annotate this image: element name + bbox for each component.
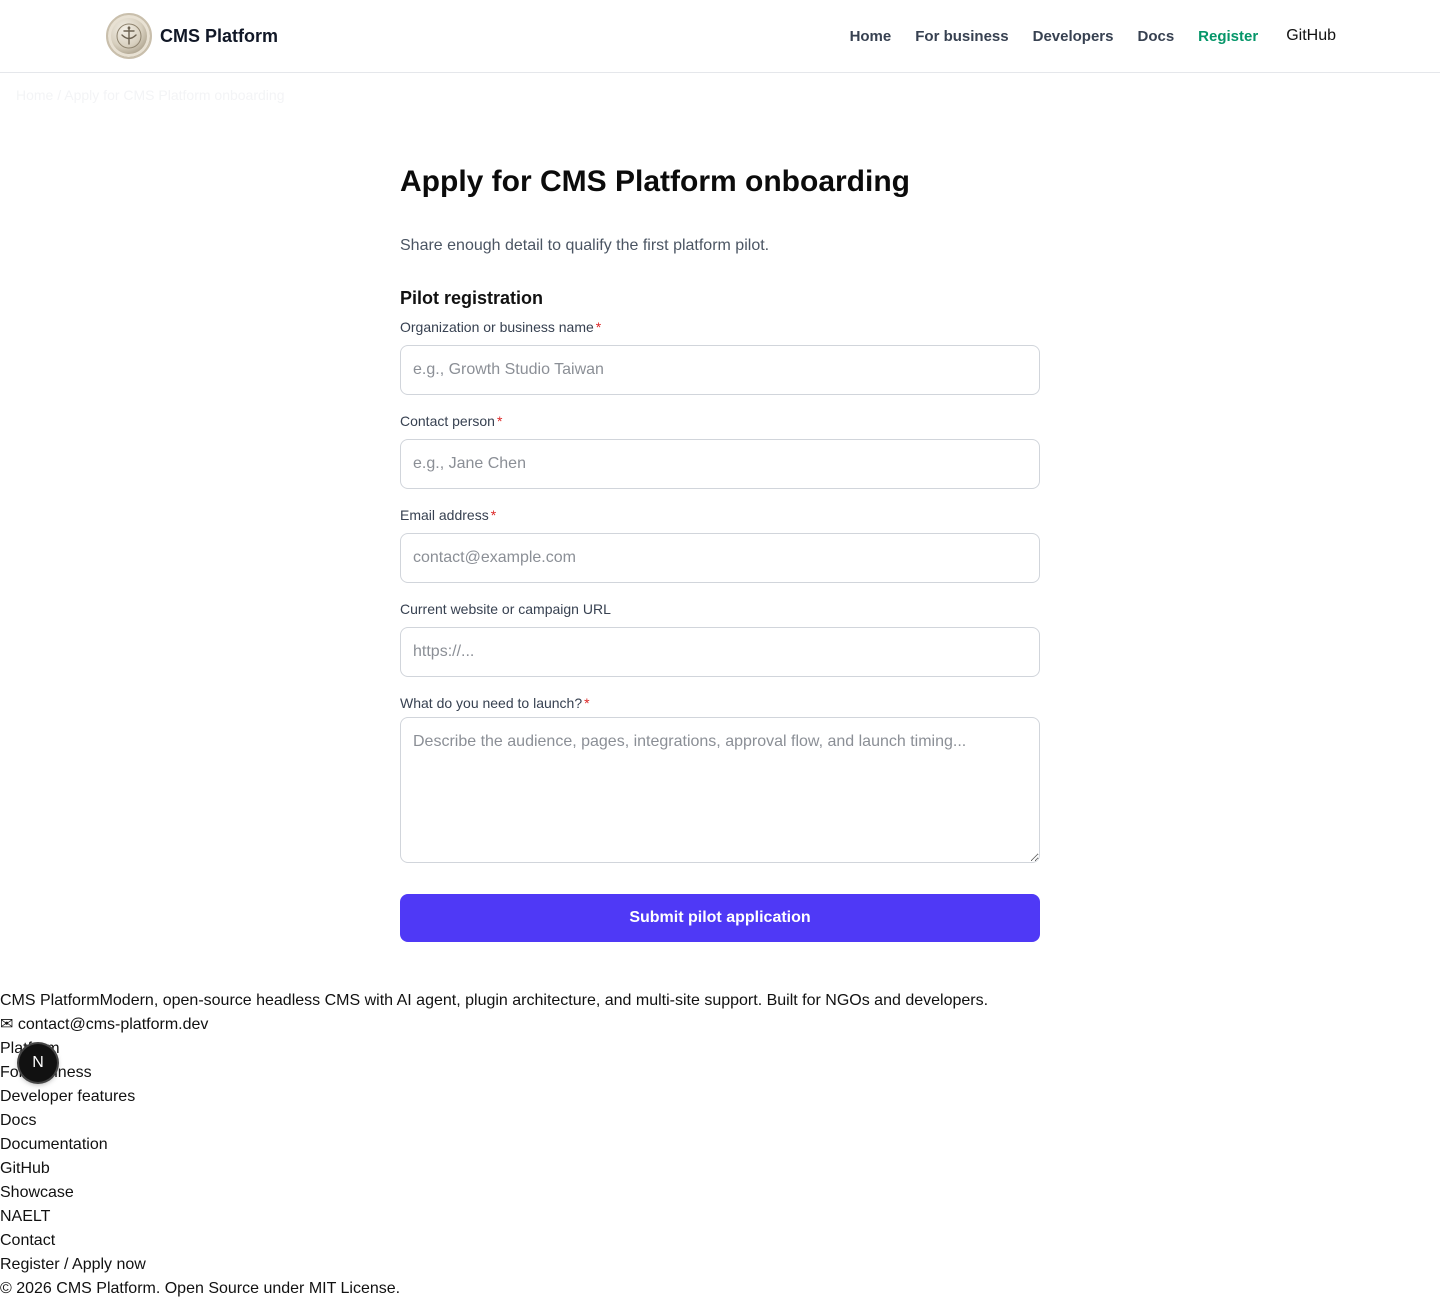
org-field: Organization or business name * [400, 317, 1040, 395]
contact-label: Contact person * [400, 413, 503, 429]
nav-docs[interactable]: Docs [1137, 28, 1174, 45]
footer-heading-platform: Platform [0, 1037, 988, 1061]
site-header: CMS Platform Home For business Developer… [0, 0, 1440, 73]
email-field: Email address * [400, 505, 1040, 583]
footer-link-github[interactable]: GitHub [0, 1157, 988, 1181]
nav-home[interactable]: Home [850, 28, 892, 45]
org-input[interactable] [400, 345, 1040, 395]
registration-main: Apply for CMS Platform onboarding Share … [400, 160, 1040, 310]
required-marker: * [584, 695, 590, 711]
footer-about: CMS PlatformModern, open-source headless… [0, 989, 988, 1013]
needs-textarea[interactable] [400, 717, 1040, 863]
site-footer: CMS PlatformModern, open-source headless… [0, 989, 988, 1301]
footer-tagline: Modern, open-source headless CMS with AI… [99, 992, 989, 1009]
footer-link-for-business[interactable]: For business [0, 1061, 988, 1085]
footer-brand: CMS Platform [0, 992, 100, 1009]
seal-logo-icon [106, 13, 152, 59]
required-marker: * [595, 319, 602, 335]
footer-heading-contact: Contact [0, 1232, 56, 1249]
url-field: Current website or campaign URL [400, 599, 1040, 677]
org-label: Organization or business name * [400, 319, 602, 335]
page-title: Apply for CMS Platform onboarding [400, 165, 910, 198]
footer-link-naelt[interactable]: NAELT [0, 1205, 988, 1229]
footer-heading-docs: Docs [0, 1112, 37, 1129]
url-input[interactable] [400, 627, 1040, 677]
footer-email-link[interactable]: ✉ contact@cms-platform.dev [0, 1013, 988, 1037]
submit-button[interactable]: Submit pilot application [400, 894, 1040, 942]
footer-heading-showcase: Showcase [0, 1184, 74, 1201]
nav-developers[interactable]: Developers [1033, 28, 1114, 45]
needs-label: What do you need to launch? * [400, 695, 590, 711]
required-marker: * [490, 507, 497, 523]
footer-copyright: © 2026 CMS Platform. Open Source under M… [0, 1280, 401, 1297]
mail-icon: ✉ [0, 1016, 14, 1033]
contact-input[interactable] [400, 439, 1040, 489]
required-marker: * [496, 413, 503, 429]
email-input[interactable] [400, 533, 1040, 583]
nav-github[interactable]: GitHub [1286, 27, 1336, 45]
brand-link[interactable]: CMS Platform [106, 13, 278, 59]
email-label: Email address * [400, 507, 497, 523]
url-label: Current website or campaign URL [400, 601, 611, 617]
footer-email: contact@cms-platform.dev [17, 1016, 209, 1033]
footer-link-register[interactable]: Register / Apply now [0, 1253, 988, 1277]
needs-field: What do you need to launch? * [400, 693, 1040, 868]
section-title: Pilot registration [400, 288, 544, 308]
nextjs-devtools-icon[interactable]: N [19, 1044, 57, 1082]
footer-link-documentation[interactable]: Documentation [0, 1133, 988, 1157]
nav-for-business[interactable]: For business [915, 28, 1008, 45]
main-nav: Home For business Developers Docs Regist… [826, 0, 1336, 72]
breadcrumb-current: Apply for CMS Platform onboarding [64, 87, 285, 103]
breadcrumb-home[interactable]: Home [16, 87, 53, 103]
breadcrumb: Home / Apply for CMS Platform onboarding [16, 87, 284, 103]
page-subtitle: Share enough detail to qualify the first… [400, 237, 770, 254]
nav-register[interactable]: Register [1198, 28, 1258, 45]
footer-link-developer-features[interactable]: Developer features [0, 1085, 988, 1109]
breadcrumb-separator: / [57, 87, 62, 103]
contact-field: Contact person * [400, 411, 1040, 489]
brand-name: CMS Platform [160, 25, 279, 46]
